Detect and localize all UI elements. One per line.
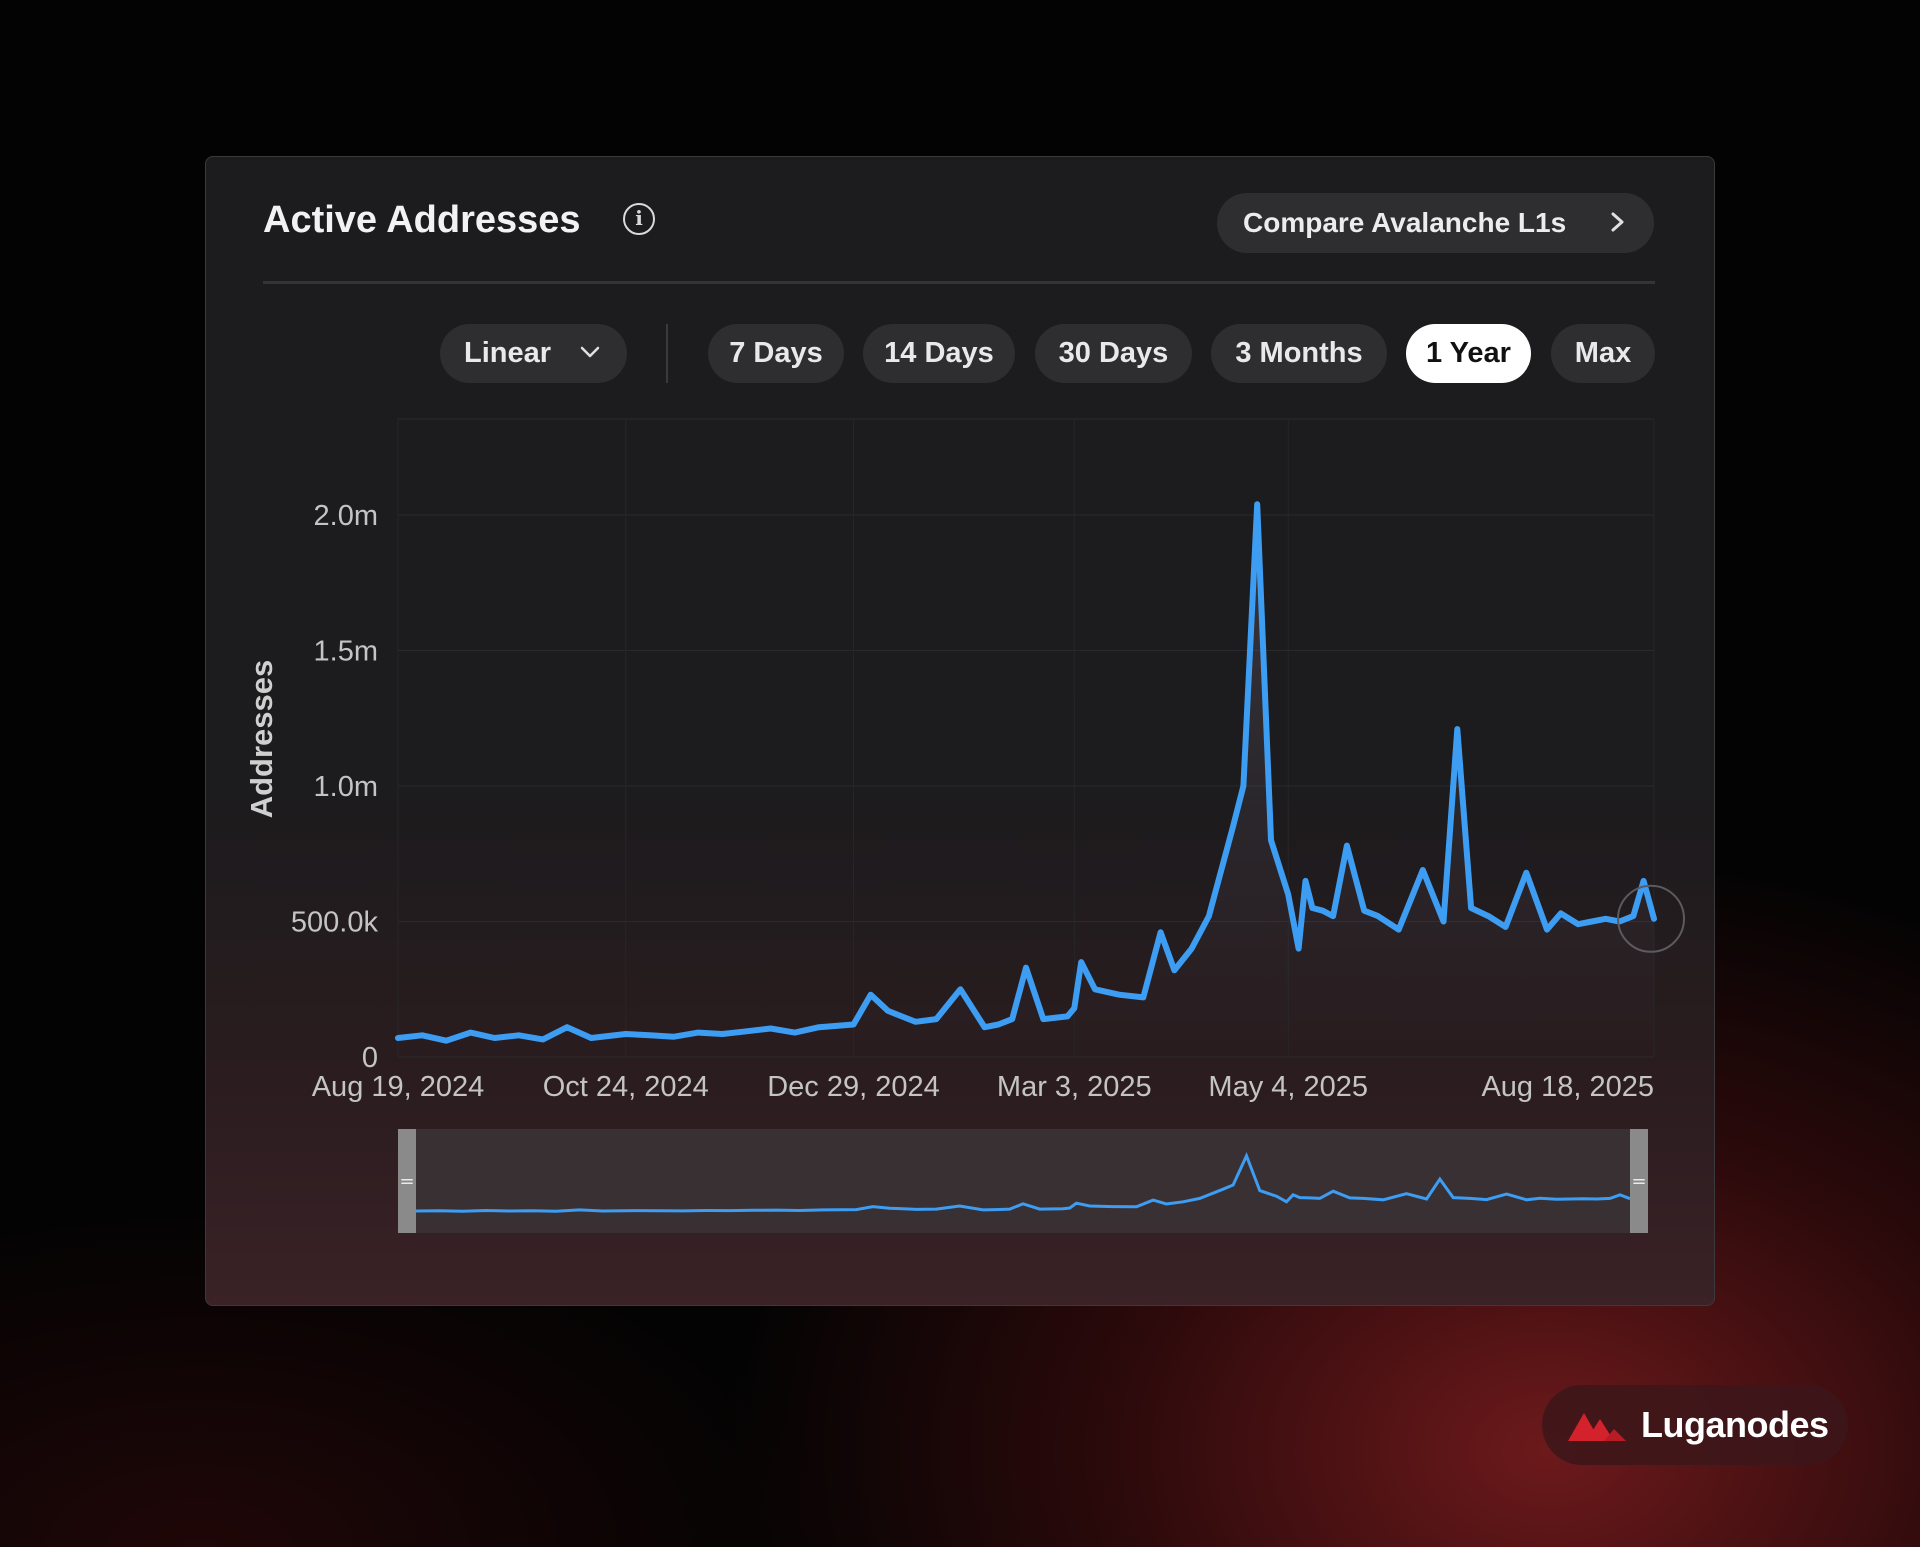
x-tick-label: Oct 24, 2024 — [543, 1071, 709, 1103]
data-point — [492, 1035, 498, 1041]
data-point — [743, 1028, 750, 1034]
data-point — [1468, 905, 1474, 911]
x-axis-ticks: Aug 19, 2024 Oct 24, 2024 Dec 29, 2024 Mar … — [312, 1071, 1654, 1103]
data-point — [933, 1016, 939, 1022]
grip-icon: = — [1631, 1171, 1646, 1192]
x-tick-label: Aug 19, 2024 — [312, 1071, 485, 1103]
data-point — [1651, 916, 1657, 922]
data-point — [671, 1034, 677, 1040]
range-slider-track[interactable] — [398, 1129, 1648, 1233]
luganodes-logo-icon — [1568, 1413, 1626, 1441]
y-axis-ticks: 0 500.0k 1.0m 1.5m 2.0m — [291, 500, 379, 1074]
data-point — [1140, 994, 1146, 1000]
data-point — [1230, 824, 1236, 830]
data-point — [899, 1013, 905, 1019]
data-point — [695, 1030, 701, 1036]
data-point — [1302, 878, 1309, 884]
x-tick-label: Dec 29, 2024 — [767, 1071, 940, 1103]
y-axis-label: Addresses — [244, 660, 279, 819]
data-point — [1641, 878, 1647, 884]
data-point — [816, 1024, 822, 1030]
data-point — [957, 986, 964, 992]
data-point — [912, 1019, 919, 1025]
data-point — [768, 1025, 774, 1032]
grip-icon: = — [399, 1171, 414, 1192]
data-point — [981, 1024, 988, 1030]
data-point — [1320, 908, 1326, 914]
data-point — [792, 1030, 798, 1036]
active-addresses-chart: 0 500.0k 1.0m 1.5m 2.0m Aug 19, 2024 Oct 24, … — [244, 418, 1685, 1233]
data-point — [588, 1035, 594, 1041]
data-point — [1078, 959, 1084, 965]
data-point — [1023, 964, 1029, 971]
data-point — [1309, 905, 1315, 911]
data-point — [1171, 967, 1177, 973]
data-point — [1361, 908, 1367, 914]
brand-name: Luganodes — [1641, 1404, 1829, 1445]
data-point — [850, 1021, 857, 1028]
data-point — [1157, 929, 1164, 935]
y-tick-label: 1.5m — [314, 636, 378, 668]
data-point — [885, 1008, 891, 1014]
data-point — [1295, 946, 1302, 952]
data-point — [516, 1032, 522, 1038]
data-point — [1206, 913, 1212, 919]
range-slider[interactable]: = = — [398, 1129, 1648, 1233]
data-point — [1064, 1013, 1071, 1019]
data-point — [995, 1021, 1001, 1028]
data-point — [1558, 910, 1564, 916]
data-point — [719, 1031, 725, 1037]
data-point — [1116, 992, 1122, 998]
data-point — [419, 1032, 425, 1038]
x-tick-label: Aug 18, 2025 — [1481, 1071, 1654, 1103]
data-point — [1544, 927, 1550, 933]
y-tick-label: 0 — [362, 1042, 378, 1074]
data-point — [1268, 837, 1274, 843]
luganodes-badge: Luganodes — [1542, 1385, 1848, 1465]
y-tick-label: 500.0k — [291, 907, 379, 939]
data-point — [1396, 927, 1402, 933]
data-point — [395, 1035, 401, 1041]
data-point — [1344, 843, 1350, 849]
data-point — [1575, 921, 1581, 927]
data-point — [1589, 918, 1595, 925]
data-point — [1630, 913, 1636, 919]
data-point — [1240, 783, 1246, 789]
x-tick-label: Mar 3, 2025 — [997, 1071, 1152, 1103]
data-point — [1375, 913, 1381, 919]
data-point — [623, 1031, 629, 1037]
data-point — [1454, 726, 1460, 732]
data-point — [564, 1024, 570, 1030]
data-point — [1603, 916, 1609, 922]
data-point — [1009, 1016, 1015, 1022]
x-tick-label: May 4, 2025 — [1208, 1071, 1368, 1103]
data-point — [1420, 867, 1426, 873]
data-point — [1189, 946, 1195, 952]
data-point — [1071, 1005, 1077, 1011]
data-point — [443, 1038, 449, 1044]
data-point — [1330, 913, 1336, 919]
data-point — [540, 1036, 546, 1042]
data-point — [1485, 913, 1491, 919]
y-tick-label: 1.0m — [314, 771, 378, 803]
data-point — [868, 992, 874, 998]
data-point — [1254, 501, 1260, 507]
data-point — [1092, 986, 1098, 992]
data-point — [647, 1032, 653, 1038]
data-point — [1040, 1016, 1046, 1022]
data-point — [1503, 924, 1509, 930]
data-point — [467, 1030, 474, 1036]
data-point — [1440, 918, 1447, 925]
active-addresses-card: Active Addresses i Compare Avalanche L1s… — [205, 156, 1715, 1306]
data-point — [1523, 870, 1529, 876]
y-tick-label: 2.0m — [314, 500, 378, 532]
data-point — [1285, 891, 1291, 898]
